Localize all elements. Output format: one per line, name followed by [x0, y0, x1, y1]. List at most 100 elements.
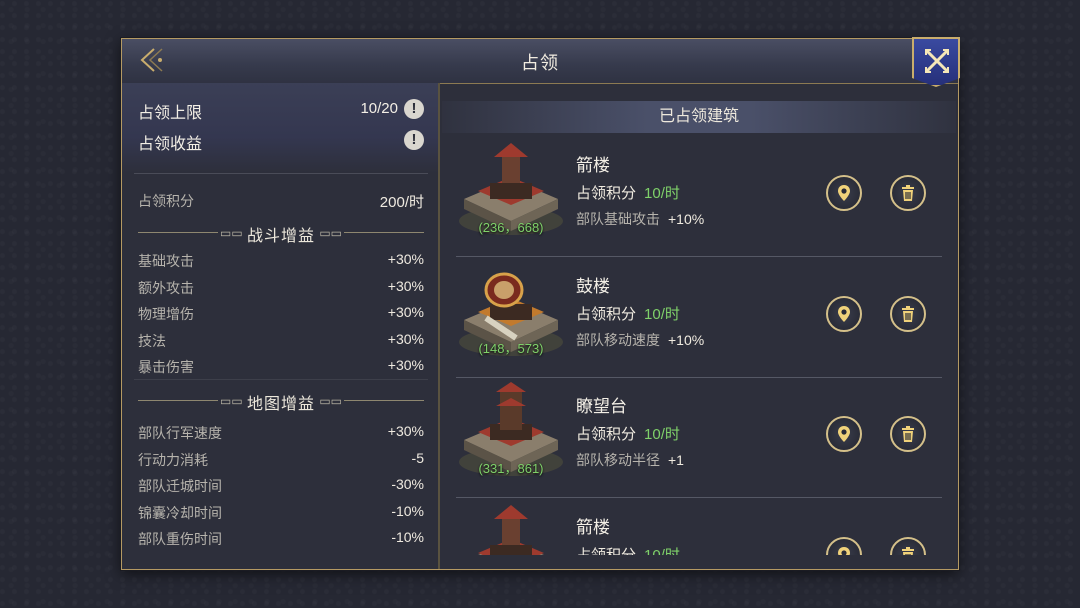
score-label: 占领积分	[576, 426, 637, 443]
bonus-name: 部队迁城时间	[138, 478, 222, 494]
building-name: 鼓楼	[576, 276, 610, 296]
delete-button[interactable]	[890, 536, 926, 555]
building-item: 箭楼占领积分 10/时	[456, 499, 942, 556]
bonus-name: 物理增伤	[138, 306, 194, 322]
building-coordinates[interactable]: (331，861)	[456, 458, 566, 477]
column-divider	[438, 83, 440, 569]
score-value: 200/时	[379, 194, 424, 211]
close-x-icon	[925, 49, 949, 73]
combat-section-header: ▭▭ 战斗增益 ▭▭	[138, 221, 424, 245]
bonus-row: 暴击伤害 +30%	[138, 355, 424, 377]
locate-button[interactable]	[826, 295, 862, 332]
building-coordinates[interactable]: (236，668)	[456, 217, 566, 236]
score-label: 占领积分	[138, 193, 194, 209]
location-pin-icon	[838, 426, 850, 442]
occupation-summary: 占领上限 10/20 ! 占领收益 !	[122, 83, 438, 173]
bonus-value: +30%	[387, 357, 424, 373]
bonus-row: 部队重伤时间 -10%	[138, 527, 424, 549]
building-item: (148，573) 鼓楼占领积分 10/时部队移动速度 +10%	[456, 258, 942, 378]
divider	[134, 379, 428, 380]
score-label: 占领积分	[576, 546, 637, 556]
building-score: 占领积分 10/时	[576, 544, 680, 556]
score-value: 10/时	[644, 426, 680, 443]
page-title: 占领	[521, 53, 559, 73]
bonus-value: -10%	[391, 502, 424, 519]
bonus-name: 部队重伤时间	[138, 531, 222, 547]
delete-button[interactable]	[890, 175, 926, 211]
trash-icon	[902, 185, 914, 201]
locate-button[interactable]	[826, 175, 862, 211]
income-info-icon[interactable]: !	[404, 130, 424, 150]
limit-value: 10/20	[360, 100, 398, 117]
limit-row: 占领上限 10/20 !	[138, 97, 428, 122]
combat-title: 战斗增益	[246, 228, 315, 245]
building-name: 箭楼	[576, 517, 610, 537]
bonus-row: 技法 +30%	[138, 329, 424, 351]
trash-icon	[902, 305, 914, 322]
building-score: 占领积分 10/时	[576, 303, 680, 324]
bonus-row: 部队行军速度 +30%	[138, 421, 424, 443]
building-score: 占领积分 10/时	[576, 423, 680, 444]
close-button[interactable]	[912, 37, 960, 87]
income-row: 占领收益 !	[138, 128, 428, 153]
bonus-row: 基础攻击 +30%	[138, 249, 424, 271]
bonus-value: +1	[668, 452, 684, 468]
building-name: 瞭望台	[576, 397, 627, 416]
bonus-value: -5	[411, 449, 424, 466]
score-label: 占领积分	[576, 185, 637, 202]
bonus-row: 额外攻击 +30%	[138, 276, 424, 298]
bonus-label: 部队移动速度	[576, 331, 660, 348]
trash-icon	[902, 426, 914, 442]
bonus-name: 行动力消耗	[138, 451, 208, 468]
locate-button[interactable]	[826, 416, 862, 452]
income-label: 占领收益	[138, 136, 203, 153]
bonus-row: 部队迁城时间 -30%	[138, 474, 424, 496]
map-title: 地图增益	[246, 396, 315, 413]
bonus-row: 行动力消耗 -5	[138, 448, 424, 470]
bonus-value: +30%	[387, 277, 424, 294]
locate-button[interactable]	[826, 536, 862, 555]
building-name: 箭楼	[576, 156, 610, 175]
score-value: 10/时	[644, 305, 680, 323]
delete-button[interactable]	[890, 295, 926, 332]
bonus-row: 物理增伤 +30%	[138, 302, 424, 324]
location-pin-icon	[838, 546, 850, 555]
bonus-name: 锦囊冷却时间	[138, 504, 222, 521]
building-bonus: 部队移动半径 +1	[576, 450, 684, 470]
building-bonus: 部队移动速度 +10%	[576, 330, 704, 350]
building-bonus: 部队基础攻击 +10%	[576, 209, 704, 229]
bonus-value: +10%	[668, 331, 705, 348]
occupation-panel: 占领 占领上限 10/20 ! 占领收益 ! 占领积分 200/时 ▭▭ 战斗增…	[121, 37, 960, 570]
score-label: 占领积分	[576, 305, 637, 323]
building-image	[456, 501, 566, 555]
bonus-value: +10%	[668, 211, 705, 227]
score-value: 10/时	[644, 185, 680, 202]
limit-info-icon[interactable]: !	[404, 99, 424, 119]
location-pin-icon	[838, 185, 850, 201]
building-item: (331，861) 瞭望台占领积分 10/时部队移动半径 +1	[456, 378, 942, 498]
occupied-buildings-list[interactable]: (236，668) 箭楼 占领积分 10/时 部队基础攻击 +10% (148，573) 鼓楼…	[442, 137, 956, 555]
map-section-header: ▭▭ 地图增益 ▭▭	[138, 389, 424, 413]
bonus-value: +30%	[387, 304, 424, 320]
limit-label: 占领上限	[138, 105, 203, 122]
bonus-name: 额外攻击	[138, 279, 194, 296]
bonus-value: +30%	[387, 423, 424, 439]
bonus-label: 部队基础攻击	[576, 211, 660, 227]
title-bar: 占领	[122, 37, 960, 87]
bonus-value: +30%	[387, 330, 424, 347]
bonus-value: +30%	[387, 251, 424, 267]
divider	[134, 173, 428, 174]
bonus-name: 技法	[138, 332, 166, 349]
building-coordinates[interactable]: (148，573)	[456, 338, 566, 357]
delete-button[interactable]	[890, 416, 926, 452]
bonus-value: -30%	[391, 476, 424, 492]
bonus-label: 部队移动半径	[576, 452, 660, 468]
location-pin-icon	[838, 305, 850, 322]
building-item: (236，668) 箭楼占领积分 10/时部队基础攻击 +10%	[456, 137, 942, 257]
trash-icon	[902, 546, 914, 555]
bonus-row: 锦囊冷却时间 -10%	[138, 501, 424, 523]
score-value: 10/时	[644, 546, 680, 556]
bonus-name: 暴击伤害	[138, 359, 194, 375]
bonus-value: -10%	[391, 529, 424, 545]
bonus-name: 部队行军速度	[138, 425, 222, 441]
